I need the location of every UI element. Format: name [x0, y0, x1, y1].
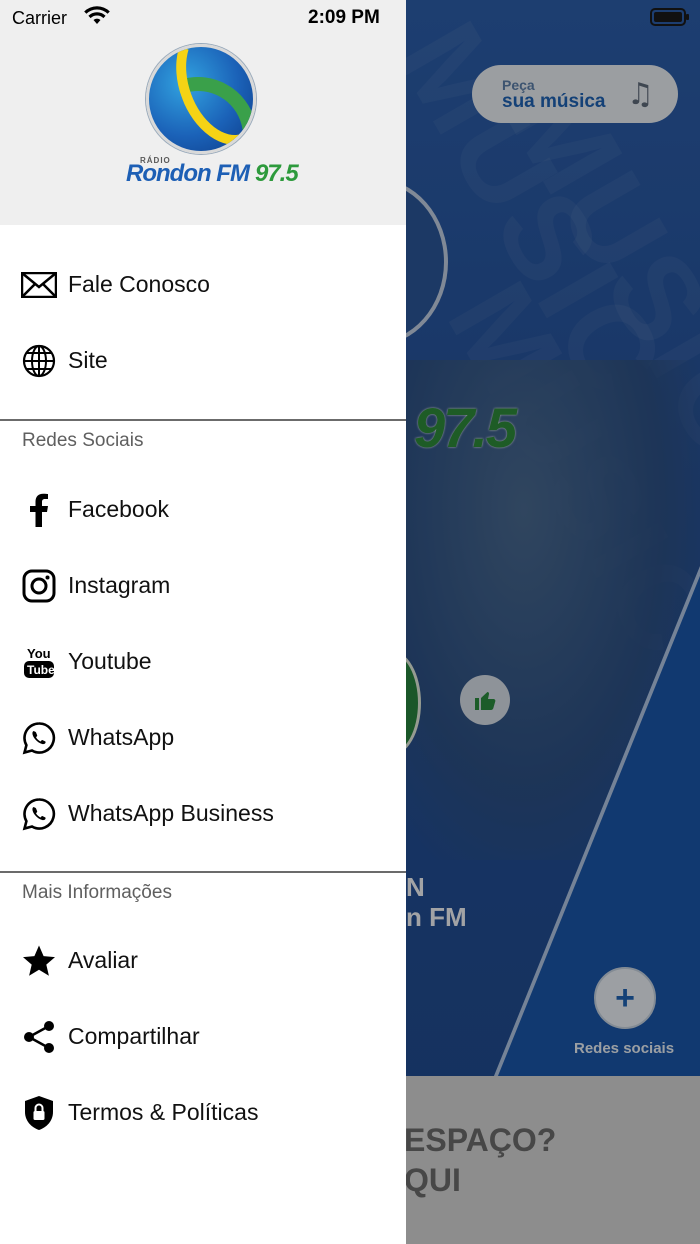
- shield-lock-icon: [21, 1095, 57, 1131]
- station-logo: RÁDIO Rondon FM 97.5: [118, 40, 299, 190]
- youtube-icon: You Tube: [21, 644, 57, 680]
- drawer-item-whatsapp-business[interactable]: WhatsApp Business: [0, 776, 406, 852]
- logo-brand: Rondon FM 97.5: [126, 160, 299, 188]
- drawer-item-label: Compartilhar: [68, 1023, 200, 1049]
- drawer-item-label: WhatsApp: [68, 724, 175, 750]
- navigation-drawer: RÁDIO Rondon FM 97.5 Fale Conosco Site Re…: [0, 0, 406, 1244]
- drawer-item-avaliar[interactable]: Avaliar: [0, 923, 406, 999]
- drawer-item-label: Fale Conosco: [68, 271, 210, 297]
- drawer-item-youtube[interactable]: You Tube Youtube: [0, 624, 406, 700]
- instagram-icon: [21, 568, 57, 604]
- drawer-item-label: Instagram: [68, 572, 171, 598]
- drawer-item-label: Youtube: [68, 648, 152, 674]
- drawer-item-termos-politicas[interactable]: Termos & Políticas: [0, 1075, 406, 1151]
- drawer-item-label: Termos & Políticas: [68, 1099, 259, 1125]
- clock: 2:09 PM: [308, 7, 380, 28]
- envelope-icon: [21, 267, 57, 303]
- drawer-item-facebook[interactable]: Facebook: [0, 472, 406, 548]
- wifi-icon: [84, 6, 110, 24]
- share-icon: [21, 1019, 57, 1055]
- drawer-item-label: Avaliar: [68, 947, 138, 973]
- drawer-item-label: Facebook: [68, 496, 170, 522]
- status-bar: Carrier 2:09 PM: [0, 0, 700, 36]
- star-icon: [21, 943, 57, 979]
- divider: [0, 871, 406, 873]
- facebook-icon: [21, 492, 57, 528]
- section-title-redes-sociais: Redes Sociais: [22, 430, 144, 451]
- drawer-item-compartilhar[interactable]: Compartilhar: [0, 999, 406, 1075]
- logo-brand-name: Rondon FM: [126, 160, 250, 187]
- logo-brand-frequency: 97.5: [254, 160, 299, 187]
- drawer-item-site[interactable]: Site: [0, 323, 406, 399]
- section-title-mais-informacoes: Mais Informações: [22, 882, 172, 903]
- whatsapp-icon: [21, 720, 57, 756]
- drawer-item-fale-conosco[interactable]: Fale Conosco: [0, 247, 406, 323]
- carrier-label: Carrier: [12, 8, 68, 28]
- drawer-item-instagram[interactable]: Instagram: [0, 548, 406, 624]
- globe-icon: [21, 343, 57, 379]
- drawer-item-whatsapp[interactable]: WhatsApp: [0, 700, 406, 776]
- battery-icon: [650, 8, 689, 26]
- drawer-item-label: Site: [68, 347, 108, 373]
- svg-text:You: You: [27, 646, 51, 661]
- divider: [0, 419, 406, 421]
- whatsapp-business-icon: [21, 796, 57, 832]
- drawer-item-label: WhatsApp Business: [68, 800, 274, 826]
- svg-text:Tube: Tube: [27, 663, 55, 677]
- logo-globe: [146, 44, 256, 154]
